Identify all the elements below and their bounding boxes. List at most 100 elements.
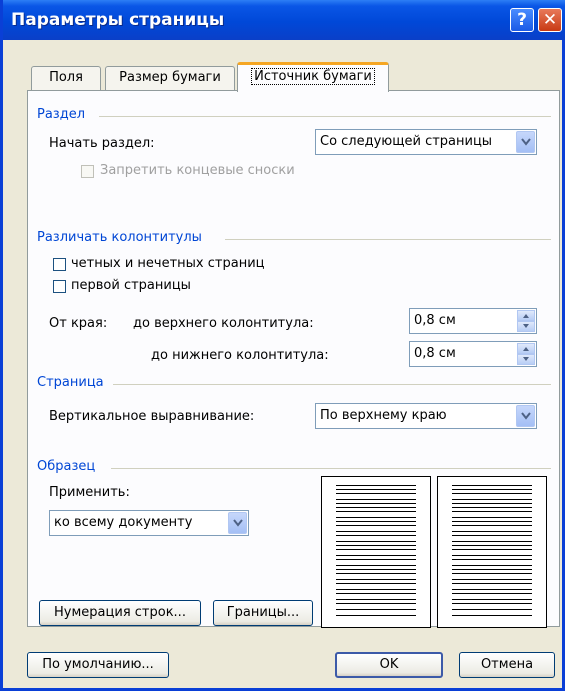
preview-text-line [336,555,416,556]
preview-text-line [452,555,532,556]
preview-text-line [452,517,532,518]
preview-text-line [336,485,416,486]
preview-text-line [452,565,532,566]
ok-button[interactable]: OK [335,652,443,678]
page-group-label: Страница [37,375,104,390]
page-divider [113,384,551,385]
preview-text-line [336,489,416,490]
footer-distance-label: до нижнего колонтитула: [151,348,329,363]
help-button[interactable]: ? [510,8,534,32]
footer-distance-spinner[interactable]: 0,8 см [409,341,537,367]
tab-paper-size-label: Размер бумаги [119,70,221,85]
footer-distance-value: 0,8 см [414,346,456,361]
preview-text-line [336,603,416,604]
preview-text-line [336,549,416,550]
preview-text-line [336,589,416,590]
preview-text-line [336,569,416,570]
header-distance-label: до верхнего колонтитула: [133,316,314,331]
preview-text-line [452,589,532,590]
preview-text-line [336,525,416,526]
preview-text-line [336,599,416,600]
preview-text-line [452,499,532,500]
spin-down-icon[interactable] [517,321,535,332]
preview-text-line [336,541,416,542]
section-divider [99,116,551,117]
preview-text-line [336,535,416,536]
apply-to-value: ко всему документу [54,515,193,530]
preview-text-line [452,609,532,610]
section-start-label: Начать раздел: [49,136,155,151]
preview-divider [111,468,551,469]
apply-to-select[interactable]: ко всему документу [49,510,249,536]
preview-page-right [437,476,547,628]
chevron-down-icon[interactable] [516,405,535,427]
preview-text-line [452,583,532,584]
section-start-select[interactable]: Со следующей страницы [315,129,537,155]
preview-text-line [452,599,532,600]
title-bar[interactable]: Параметры страницы ? ✕ [3,0,565,40]
headers-divider [225,239,551,240]
spin-up-icon[interactable] [517,343,535,354]
preview-text-line [336,579,416,580]
chevron-down-icon[interactable] [228,512,247,534]
preview-text-line [336,565,416,566]
from-edge-label: От края: [49,316,108,331]
tab-margins[interactable]: Поля [31,66,101,90]
preview-text-line [336,545,416,546]
vertical-alignment-select[interactable]: По верхнему краю [315,403,537,429]
preview-page-left [321,476,431,628]
spin-down-icon[interactable] [517,354,535,365]
preview-text-line [452,489,532,490]
odd-even-checkbox[interactable] [53,258,66,271]
preview-text-line [452,549,532,550]
preview-text-line [336,583,416,584]
preview-text-line [452,603,532,604]
first-page-checkbox[interactable] [53,280,66,293]
help-icon: ? [517,10,527,30]
window-title: Параметры страницы [11,10,225,30]
section-group-label: Раздел [37,107,86,122]
line-numbers-button[interactable]: Нумерация строк... [39,600,201,626]
vertical-alignment-value: По верхнему краю [320,408,447,423]
borders-button-label: Границы... [226,605,300,620]
ok-button-label: OK [379,657,399,672]
apply-to-label: Применить: [49,485,130,500]
preview-text-line [336,573,416,574]
preview-text-line [452,521,532,522]
preview-text-line [336,511,416,512]
page-setup-dialog: Параметры страницы ? ✕ Поля Размер бумаг… [0,0,565,691]
preview-text-line [336,559,416,560]
preview-text-line [452,485,532,486]
borders-button[interactable]: Границы... [213,600,313,626]
preview-text-line [452,507,532,508]
preview-text-line [452,541,532,542]
header-distance-value: 0,8 см [414,313,456,328]
cancel-button-label: Отмена [480,657,534,672]
first-page-label: первой страницы [71,278,191,293]
tab-layout[interactable]: Источник бумаги [237,62,389,92]
preview-text-line [336,615,416,616]
preview-text-line [336,503,416,504]
cancel-button[interactable]: Отмена [459,652,555,678]
preview-text-line [452,525,532,526]
default-button[interactable]: По умолчанию... [27,652,169,678]
close-button[interactable]: ✕ [538,8,562,32]
preview-text-line [336,517,416,518]
header-distance-spinner[interactable]: 0,8 см [409,308,537,334]
suppress-endnotes-checkbox[interactable] [81,165,94,178]
odd-even-label: четных и нечетных страниц [71,256,265,271]
section-start-value: Со следующей страницы [320,134,493,149]
tab-margins-label: Поля [49,70,83,85]
tab-paper-size[interactable]: Размер бумаги [105,66,235,90]
chevron-down-icon[interactable] [516,131,535,153]
preview-group-label: Образец [37,459,96,474]
suppress-endnotes-label: Запретить концевые сноски [100,163,295,178]
preview-text-line [452,535,532,536]
spin-up-icon[interactable] [517,310,535,321]
preview-text-line [336,531,416,532]
preview-text-line [452,569,532,570]
preview-text-line [336,593,416,594]
preview-text-line [452,531,532,532]
preview-text-line [452,579,532,580]
close-icon: ✕ [542,10,558,30]
